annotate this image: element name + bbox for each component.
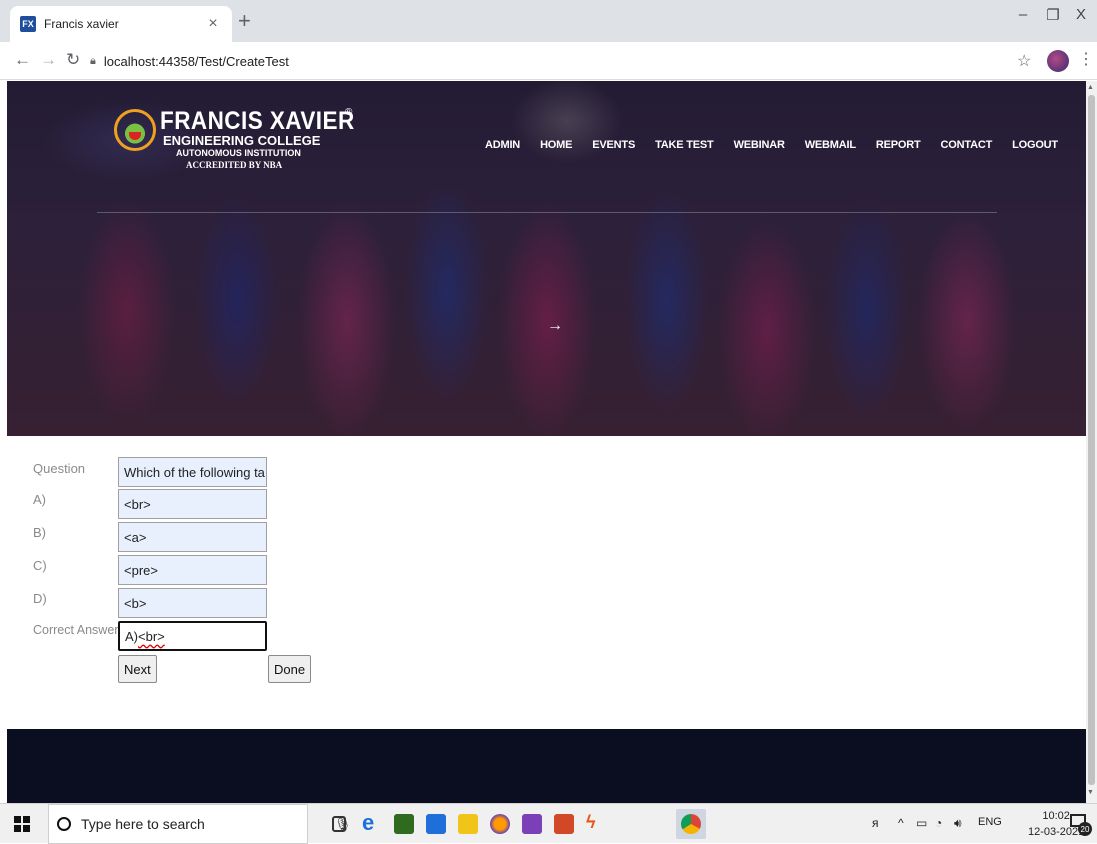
browser-tab[interactable]: FX Francis xavier × <box>10 6 232 42</box>
option-d-label: D) <box>33 591 47 606</box>
site-footer <box>7 729 1086 803</box>
logo-name: FRANCIS XAVIER <box>160 107 355 135</box>
menu-kebab-icon[interactable]: ⋮ <box>1078 49 1094 69</box>
correct-answer-value: <br> <box>138 628 165 644</box>
browser-toolbar: ← → ↻ 🔒︎ localhost:44358/Test/CreateTest… <box>0 42 1097 80</box>
notification-count-badge: 20 <box>1078 822 1092 836</box>
nav-contact[interactable]: CONTACT <box>941 139 993 151</box>
firefox-icon[interactable] <box>490 814 510 834</box>
action-center-icon[interactable]: 20 <box>1070 814 1092 836</box>
correct-answer-label: Correct Answer <box>33 623 119 637</box>
chrome-icon[interactable] <box>681 814 701 834</box>
page-scrollbar[interactable]: ▲ ▼ <box>1086 81 1097 803</box>
language-indicator[interactable]: ENG <box>978 816 1002 828</box>
registered-mark: ® <box>345 107 353 118</box>
bookmark-star-icon[interactable]: ☆ <box>1017 51 1031 71</box>
profile-avatar[interactable] <box>1047 50 1069 72</box>
windows-start-icon[interactable] <box>14 816 30 832</box>
tab-title: Francis xavier <box>44 17 119 31</box>
battery-icon[interactable]: ▭ <box>916 816 927 830</box>
nav-take-test[interactable]: TAKE TEST <box>655 139 714 151</box>
logo-subtitle: ENGINEERING COLLEGE <box>163 133 321 148</box>
taskbar-search-box[interactable]: Type here to search 🎙︎ <box>48 804 352 844</box>
option-a-input[interactable]: <br> <box>118 489 267 519</box>
taskbar-search-placeholder: Type here to search <box>81 816 205 832</box>
edge-browser-icon[interactable]: e <box>362 810 382 835</box>
visual-studio-icon[interactable] <box>522 814 542 834</box>
correct-answer-prefix: A) <box>125 628 138 644</box>
logo-tagline: AUTONOMOUS INSTITUTION <box>176 148 301 158</box>
forward-arrow-icon[interactable]: → <box>40 50 57 70</box>
main-nav: ADMIN HOME EVENTS TAKE TEST WEBINAR WEBM… <box>485 139 1078 151</box>
option-b-input[interactable]: <a> <box>118 522 267 552</box>
slider-next-arrow-icon[interactable]: → <box>547 317 563 335</box>
question-label: Question <box>33 461 86 476</box>
site-favicon-icon: FX <box>20 16 36 32</box>
header-divider <box>97 212 997 213</box>
cortana-icon <box>57 817 71 831</box>
option-d-input[interactable]: <b> <box>118 588 267 618</box>
correct-answer-input[interactable]: A) <br> <box>118 621 267 651</box>
scroll-down-icon[interactable]: ▼ <box>1087 789 1094 796</box>
windows-taskbar: Type here to search 🎙︎ e ϟ ᴙ ^ ▭ ◔ 🔊︎ EN… <box>0 803 1097 844</box>
sublime-icon[interactable]: ϟ <box>586 812 606 832</box>
browser-tab-strip: FX Francis xavier × + – ❐ X <box>0 0 1097 42</box>
question-input[interactable]: Which of the following ta <box>118 457 267 487</box>
next-button[interactable]: Next <box>118 655 157 683</box>
option-a-label: A) <box>33 492 46 507</box>
mail-icon[interactable] <box>426 814 446 834</box>
college-logo[interactable]: FRANCIS XAVIER ® ENGINEERING COLLEGE AUT… <box>114 107 376 171</box>
nav-admin[interactable]: ADMIN <box>485 139 520 151</box>
done-button[interactable]: Done <box>268 655 312 683</box>
file-explorer-icon[interactable] <box>458 814 478 834</box>
wifi-icon[interactable]: ◔ <box>935 816 942 830</box>
url-text: localhost:44358/Test/CreateTest <box>103 53 289 69</box>
reload-icon[interactable]: ↻ <box>66 50 80 70</box>
option-c-input[interactable]: <pre> <box>118 555 267 585</box>
people-icon[interactable]: ᴙ <box>872 816 879 830</box>
new-tab-button[interactable]: + <box>238 8 251 34</box>
page-viewport: FRANCIS XAVIER ® ENGINEERING COLLEGE AUT… <box>0 81 1086 803</box>
show-hidden-icons-chevron[interactable]: ^ <box>898 816 904 830</box>
back-arrow-icon[interactable]: ← <box>14 50 31 70</box>
close-window-button[interactable]: X <box>1066 6 1096 23</box>
lock-icon: 🔒︎ <box>90 54 96 67</box>
volume-icon[interactable]: 🔊︎ <box>954 816 962 831</box>
minimize-button[interactable]: – <box>1008 6 1038 23</box>
option-c-label: C) <box>33 558 47 573</box>
scrollbar-thumb[interactable] <box>1088 95 1095 785</box>
option-b-label: B) <box>33 525 46 540</box>
address-bar[interactable]: 🔒︎ localhost:44358/Test/CreateTest <box>90 48 1010 74</box>
store-icon[interactable] <box>394 814 414 834</box>
task-view-icon[interactable] <box>332 816 346 832</box>
nav-webinar[interactable]: WEBINAR <box>734 139 785 151</box>
powerpoint-icon[interactable] <box>554 814 574 834</box>
logo-emblem-icon <box>114 109 156 151</box>
restore-button[interactable]: ❐ <box>1038 6 1068 24</box>
logo-accreditation: ACCREDITED BY NBA <box>186 160 283 170</box>
nav-webmail[interactable]: WEBMAIL <box>805 139 856 151</box>
nav-home[interactable]: HOME <box>540 139 572 151</box>
hero-banner: FRANCIS XAVIER ® ENGINEERING COLLEGE AUT… <box>7 81 1086 436</box>
nav-events[interactable]: EVENTS <box>592 139 635 151</box>
tab-close-icon[interactable]: × <box>204 15 222 33</box>
nav-report[interactable]: REPORT <box>876 139 921 151</box>
nav-logout[interactable]: LOGOUT <box>1012 139 1058 151</box>
scroll-up-icon[interactable]: ▲ <box>1087 84 1094 91</box>
